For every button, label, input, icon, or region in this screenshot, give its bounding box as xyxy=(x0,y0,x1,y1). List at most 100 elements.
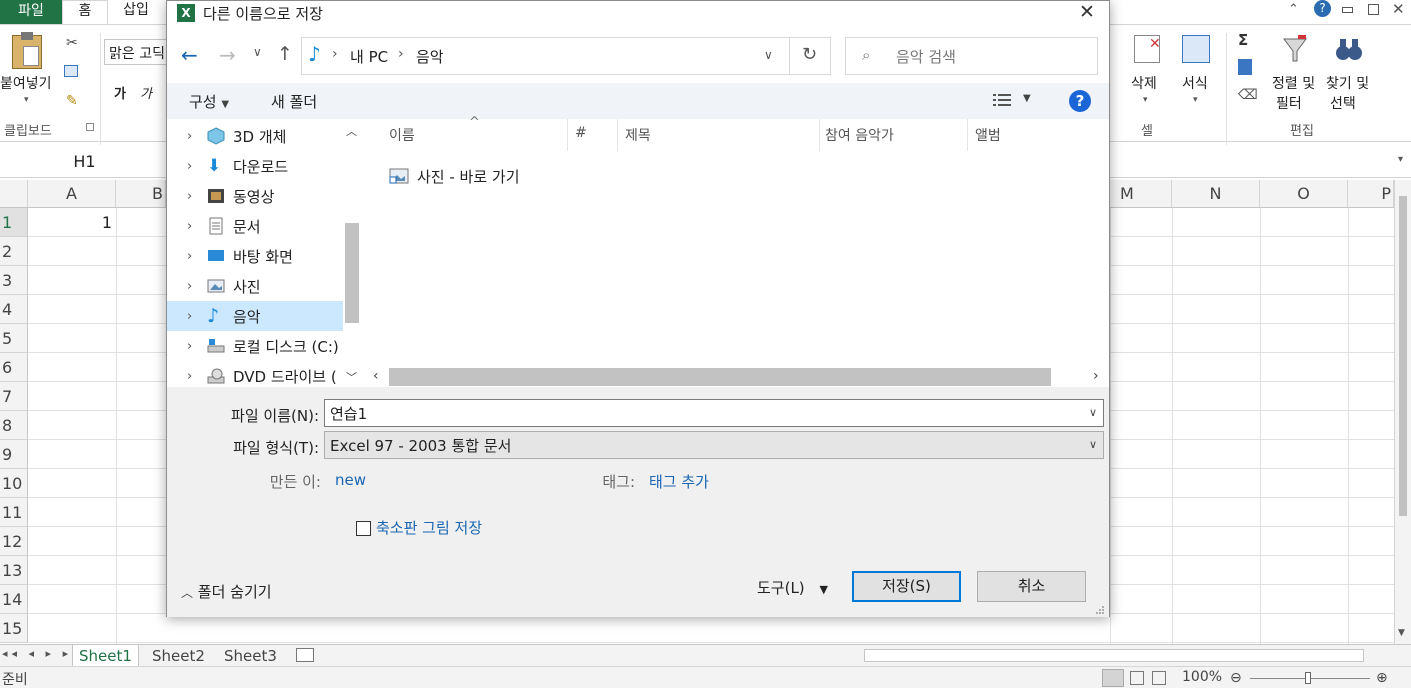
nav-item-videos[interactable]: › 동영상 xyxy=(167,181,343,211)
find-select-button[interactable]: 찾기 및 xyxy=(1326,73,1369,93)
nav-item-downloads[interactable]: › ⬇ 다운로드 xyxy=(167,151,343,181)
paste-icon[interactable] xyxy=(12,32,42,69)
column-album[interactable]: 앨범 xyxy=(975,125,1001,145)
delete-button[interactable]: 삭제 xyxy=(1131,73,1157,93)
column-header-p[interactable]: P xyxy=(1348,180,1394,208)
page-break-view-icon[interactable] xyxy=(1152,671,1166,685)
row-header[interactable]: 11 xyxy=(0,498,28,527)
scroll-up-icon[interactable]: ︿ xyxy=(346,123,357,139)
select-all-corner[interactable] xyxy=(0,180,28,208)
sort-filter-button[interactable]: 정렬 및 xyxy=(1272,73,1315,93)
row-header[interactable]: 12 xyxy=(0,527,28,556)
breadcrumb-chevron-icon[interactable]: › xyxy=(332,46,338,62)
expand-chevron-icon[interactable]: › xyxy=(187,249,195,264)
row-header[interactable]: 8 xyxy=(0,411,28,440)
row-header[interactable]: 5 xyxy=(0,324,28,353)
expand-chevron-icon[interactable]: › xyxy=(187,219,195,234)
expand-chevron-icon[interactable]: › xyxy=(187,129,195,144)
zoom-level[interactable]: 100% xyxy=(1182,669,1222,685)
refresh-button[interactable]: ↻ xyxy=(789,37,831,75)
sheet-tab-2[interactable]: Sheet2 xyxy=(146,645,211,667)
tab-home[interactable]: 홈 xyxy=(62,0,108,24)
expand-formula-icon[interactable]: ▾ xyxy=(1398,154,1403,165)
author-value[interactable]: new xyxy=(335,471,366,489)
forward-icon[interactable]: → xyxy=(219,43,236,67)
expand-chevron-icon[interactable]: › xyxy=(187,159,195,174)
normal-view-icon[interactable] xyxy=(1102,669,1124,687)
expand-chevron-icon[interactable]: › xyxy=(187,339,195,354)
autosum-icon[interactable]: Σ xyxy=(1238,31,1248,49)
row-header[interactable]: 13 xyxy=(0,556,28,585)
dialog-close-icon[interactable]: ✕ xyxy=(1079,1,1095,23)
column-header-b[interactable]: B xyxy=(116,180,166,208)
scroll-down-icon[interactable]: ▼ xyxy=(1398,628,1405,638)
navigation-scrollbar[interactable]: ︿ ﹀ xyxy=(343,119,361,387)
filename-dropdown-icon[interactable]: ∨ xyxy=(1089,406,1097,419)
breadcrumb-music[interactable]: 음악 xyxy=(416,46,444,67)
paste-button[interactable]: 붙여넣기 xyxy=(0,73,52,93)
restore-icon[interactable] xyxy=(1368,4,1379,15)
nav-item-dvd-drive[interactable]: › DVD 드라이브 ( xyxy=(167,361,343,387)
clear-icon[interactable]: ⌫ xyxy=(1238,87,1258,103)
nav-item-local-disk[interactable]: › 로컬 디스크 (C:) xyxy=(167,331,343,361)
filetype-select[interactable]: Excel 97 - 2003 통합 문서 ∨ xyxy=(324,431,1104,459)
row-header[interactable]: 10 xyxy=(0,469,28,498)
new-folder-button[interactable]: 새 폴더 xyxy=(271,91,317,112)
delete-dropdown-icon[interactable]: ▾ xyxy=(1143,95,1148,105)
sheet-tab-1[interactable]: Sheet1 xyxy=(72,645,139,667)
thumbnail-label[interactable]: 축소판 그림 저장 xyxy=(376,517,482,538)
row-header[interactable]: 1 xyxy=(0,208,28,237)
horizontal-scrollbar[interactable] xyxy=(864,649,1364,662)
bold-button[interactable]: 가 xyxy=(114,83,126,102)
view-dropdown-icon[interactable]: ▼ xyxy=(1023,93,1031,104)
resize-grip-icon[interactable] xyxy=(1095,603,1105,614)
fill-icon[interactable] xyxy=(1238,59,1252,75)
name-box[interactable]: H1 xyxy=(0,146,170,178)
back-icon[interactable]: ← xyxy=(181,43,198,67)
minimize-icon[interactable] xyxy=(1342,7,1353,13)
organize-button[interactable]: 구성 ▼ xyxy=(189,91,229,112)
expand-chevron-icon[interactable]: › xyxy=(187,309,195,324)
help-icon[interactable]: ? xyxy=(1314,0,1331,17)
ribbon-collapse-icon[interactable]: ⌃ xyxy=(1288,2,1299,17)
vertical-scrollbar[interactable]: ▼ xyxy=(1394,180,1411,644)
nav-item-music[interactable]: › ♪ 음악 xyxy=(167,301,343,331)
list-item[interactable]: 사진 - 바로 가기 xyxy=(387,163,647,189)
format-painter-icon[interactable]: ✎ xyxy=(66,93,78,109)
address-dropdown-icon[interactable]: ∨ xyxy=(764,48,773,62)
insert-sheet-icon[interactable] xyxy=(296,648,314,662)
nav-item-pictures[interactable]: › 사진 xyxy=(167,271,343,301)
recent-locations-icon[interactable]: ∨ xyxy=(253,45,262,59)
hide-folders-button[interactable]: ︿ 폴더 숨기기 xyxy=(181,581,272,602)
row-header[interactable]: 9 xyxy=(0,440,28,469)
scroll-right-icon[interactable]: › xyxy=(1093,368,1099,384)
delete-cells-icon[interactable]: ✕ xyxy=(1134,35,1161,63)
column-title[interactable]: 제목 xyxy=(625,125,651,145)
close-icon[interactable]: ✕ xyxy=(1392,0,1405,18)
column-name[interactable]: 이름 xyxy=(389,125,415,145)
dialog-launcher-icon[interactable] xyxy=(86,123,94,131)
scroll-down-icon[interactable]: ﹀ xyxy=(346,369,357,385)
column-number[interactable]: # xyxy=(575,125,587,141)
nav-item-desktop[interactable]: › 바탕 화면 xyxy=(167,241,343,271)
row-header[interactable]: 15 xyxy=(0,614,28,643)
row-header[interactable]: 6 xyxy=(0,353,28,382)
tab-insert[interactable]: 삽입 xyxy=(112,0,160,24)
thumbnail-checkbox[interactable] xyxy=(356,521,371,536)
sheet-nav-icons[interactable]: ◂◂ ◂ ▸ ▸▸ xyxy=(2,647,82,660)
copy-icon[interactable] xyxy=(64,65,78,77)
find-select-icon[interactable] xyxy=(1334,33,1364,65)
tools-button[interactable]: 도구(L) ▼ xyxy=(757,577,828,598)
horizontal-scroll-thumb[interactable] xyxy=(389,368,1051,386)
save-button[interactable]: 저장(S) xyxy=(852,571,961,602)
cut-icon[interactable]: ✂ xyxy=(66,35,78,51)
navigation-scroll-thumb[interactable] xyxy=(345,223,359,323)
column-header-o[interactable]: O xyxy=(1260,180,1348,208)
row-header[interactable]: 4 xyxy=(0,295,28,324)
column-header-a[interactable]: A xyxy=(28,180,116,208)
nav-item-documents[interactable]: › 문서 xyxy=(167,211,343,241)
sheet-tab-3[interactable]: Sheet3 xyxy=(218,645,283,667)
zoom-out-icon[interactable]: ⊖ xyxy=(1230,670,1242,686)
expand-chevron-icon[interactable]: › xyxy=(187,369,195,384)
zoom-in-icon[interactable]: ⊕ xyxy=(1376,670,1388,686)
